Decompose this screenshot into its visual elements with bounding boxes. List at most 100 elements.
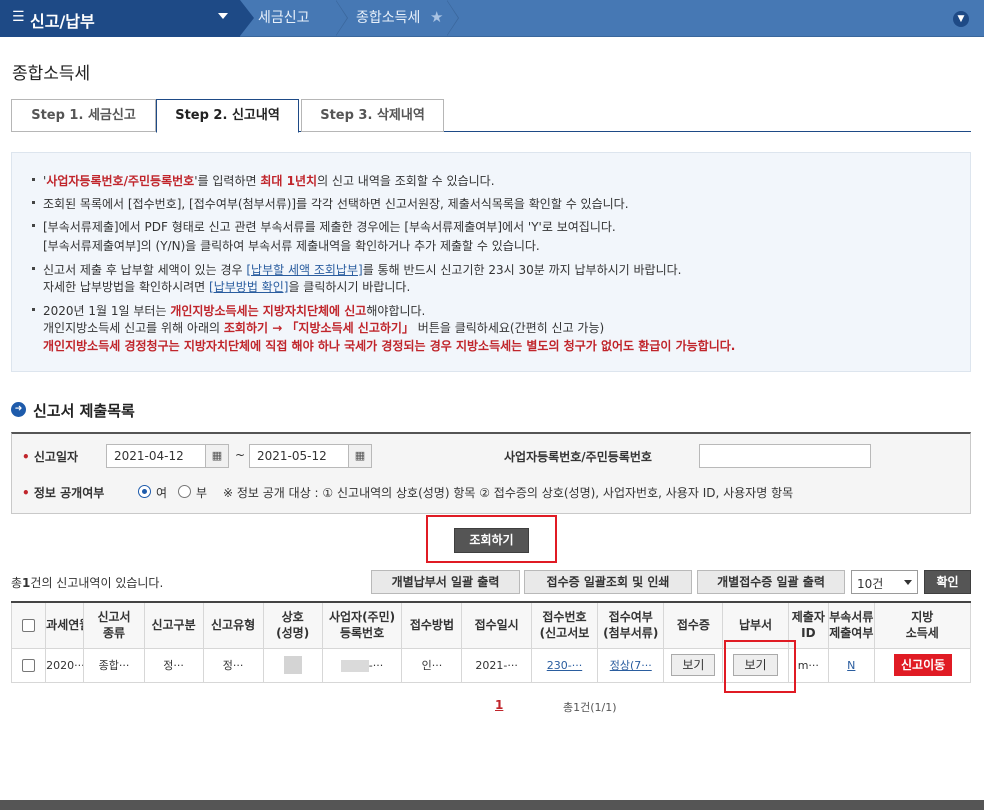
cell-attach: N bbox=[828, 647, 875, 683]
select-all-header bbox=[10, 601, 47, 649]
notice-text: [부속서류제출]에서 PDF 형태로 신고 관련 부속서류를 제출한 경우에는 … bbox=[43, 220, 616, 234]
select-all-checkbox[interactable] bbox=[22, 619, 36, 633]
col-header-text: 납부서 bbox=[738, 618, 773, 633]
section-title-text: 신고서 제출목록 bbox=[33, 402, 135, 420]
cell-form: 정··· bbox=[202, 647, 264, 683]
col-header-text: 종류 bbox=[102, 626, 126, 641]
col-header-text: 신고서 bbox=[97, 610, 131, 625]
registration-number-input[interactable] bbox=[699, 444, 871, 468]
print-individual-receipts-button[interactable]: 개별접수증 일괄 출력 bbox=[697, 570, 845, 594]
notice-text: '를 입력하면 bbox=[194, 174, 261, 188]
col-header: 부속서류 제출여부 bbox=[828, 601, 875, 649]
date-from-input[interactable]: 2021-04-12 bbox=[106, 444, 206, 468]
main-menu-button[interactable]: ☰ 신고/납부 bbox=[0, 0, 254, 37]
notice-text: 자세한 납부방법을 확인하시려면 bbox=[43, 280, 210, 294]
cell-name bbox=[262, 647, 323, 683]
masked-name bbox=[283, 656, 302, 674]
notice-text: [부속서류제출여부]의 (Y/N)을 클릭하여 부속서류 제출내역을 확인하거나… bbox=[43, 239, 540, 253]
notice-text: 의 신고 내역을 조회할 수 있습니다. bbox=[317, 174, 495, 188]
tab-step2[interactable]: Step 2. 신고내역 bbox=[156, 99, 299, 133]
tab-step1[interactable]: Step 1. 세금신고 bbox=[11, 99, 156, 132]
arrow-circle-icon: ➜ bbox=[11, 402, 26, 417]
cell-category: 정··· bbox=[143, 647, 204, 683]
notice-text: 개인지방소득세 신고를 위해 아래의 bbox=[43, 321, 224, 335]
favorite-star-icon[interactable]: ★ bbox=[430, 8, 443, 26]
regno-suffix: -··· bbox=[368, 658, 384, 672]
step-tabs: Step 1. 세금신고 Step 2. 신고내역 Step 3. 삭제내역 bbox=[11, 99, 971, 133]
view-receipt-button[interactable]: 보기 bbox=[671, 654, 716, 676]
col-header: 과세연월 bbox=[45, 601, 85, 649]
highlight-box bbox=[724, 640, 796, 693]
col-header-text: 지방 bbox=[911, 610, 934, 625]
table-header-row: 과세연월 신고서종류 신고구분 신고유형 상호(성명) 사업자(주민)등록번호 … bbox=[10, 601, 972, 649]
table-row: 2020··· 종합··· 정··· 정··· -··· 인··· 2021-·… bbox=[10, 647, 972, 683]
row-checkbox[interactable] bbox=[22, 658, 36, 672]
col-header-text: 제출여부 bbox=[829, 626, 874, 641]
public-label: • 정보 공개여부 bbox=[22, 486, 105, 500]
notice-text: 해야합니다. bbox=[366, 304, 426, 318]
count-prefix: 총 bbox=[11, 576, 23, 590]
confirm-button[interactable]: 확인 bbox=[924, 570, 971, 594]
breadcrumb-separator-inner bbox=[447, 1, 458, 35]
col-header-text: (신고서보 bbox=[539, 626, 590, 641]
cell-regno: -··· bbox=[321, 647, 403, 683]
col-header-text: 소득세 bbox=[905, 626, 939, 641]
main-menu-label: 신고/납부 bbox=[30, 12, 95, 31]
col-header: 접수번호 (신고서보 bbox=[530, 601, 599, 649]
col-header: 접수방법 bbox=[401, 601, 463, 649]
local-tax-filing-button[interactable]: 신고이동 bbox=[894, 654, 953, 676]
tax-payment-link[interactable]: [납부할 세액 조회납부] bbox=[246, 263, 362, 277]
col-header-text: 제출자 bbox=[791, 610, 825, 625]
result-count: 총1건의 신고내역이 있습니다. bbox=[11, 574, 163, 591]
cell-receipt: 보기 bbox=[663, 647, 724, 683]
cell-type: 종합··· bbox=[83, 647, 145, 683]
attachment-link[interactable]: N bbox=[847, 659, 855, 672]
col-header-text: 접수번호 bbox=[542, 610, 587, 625]
payment-method-link[interactable]: [납부방법 확인] bbox=[209, 280, 288, 294]
calendar-icon[interactable]: ▦ bbox=[205, 444, 229, 468]
cell-date: 2021-··· bbox=[461, 647, 532, 683]
col-header-text: 상호 bbox=[281, 610, 304, 625]
notice-text: 조회된 목록에서 [접수번호], [접수여부(첨부서류)]를 각각 선택하면 신… bbox=[43, 197, 629, 211]
col-header-text: 과세연월 bbox=[46, 618, 83, 633]
footer-bar bbox=[0, 800, 984, 810]
col-header-text: 신고유형 bbox=[211, 618, 256, 633]
page-link-1[interactable]: 1 bbox=[495, 698, 503, 712]
col-header-text: 사업자(주민) bbox=[328, 610, 396, 625]
cell-method: 인··· bbox=[401, 647, 463, 683]
notice-text: 버튼을 클릭하세요(간편히 신고 가능) bbox=[413, 321, 605, 335]
col-header: 신고구분 bbox=[143, 601, 204, 649]
public-yes-radio[interactable] bbox=[138, 485, 151, 498]
breadcrumb-tax-filing[interactable]: 세금신고 bbox=[258, 0, 310, 37]
page-size-select[interactable]: 10건 bbox=[851, 570, 918, 594]
search-panel: • 신고일자 2021-04-12 ▦ ~ 2021-05-12 ▦ 사업자등록… bbox=[11, 432, 971, 514]
col-header-text: 부속서류 bbox=[829, 610, 874, 625]
print-payment-slips-button[interactable]: 개별납부서 일괄 출력 bbox=[371, 570, 520, 594]
menu-arrow-shape bbox=[240, 0, 254, 36]
status-link[interactable]: 정상(7··· bbox=[610, 659, 652, 672]
search-button[interactable]: 조회하기 bbox=[454, 528, 529, 553]
notice-text: 2020년 1월 1일 부터는 bbox=[43, 304, 171, 318]
print-receipts-button[interactable]: 접수증 일괄조회 및 인쇄 bbox=[524, 570, 692, 594]
notice-text: 를 통해 반드시 신고기한 23시 30분 까지 납부하시기 바랍니다. bbox=[362, 263, 682, 277]
col-header: 접수증 bbox=[663, 601, 724, 649]
col-header-text: (첨부서류) bbox=[603, 626, 659, 641]
public-no-label: 부 bbox=[196, 486, 208, 500]
tilde: ~ bbox=[235, 448, 246, 462]
receipt-number-link[interactable]: 230-··· bbox=[547, 659, 582, 672]
calendar-icon[interactable]: ▦ bbox=[348, 444, 372, 468]
notice-highlight: 개인지방소득세는 지방자치단체에 신고 bbox=[170, 304, 367, 318]
col-header: 접수여부 (첨부서류) bbox=[597, 601, 665, 649]
chevron-down-icon[interactable]: ▼ bbox=[953, 11, 969, 27]
page-size-value: 10건 bbox=[857, 577, 884, 591]
breadcrumb-income-tax[interactable]: 종합소득세 bbox=[356, 0, 420, 37]
date-to-input[interactable]: 2021-05-12 bbox=[249, 444, 349, 468]
col-header-text: 접수증 bbox=[676, 618, 710, 633]
tab-step3[interactable]: Step 3. 삭제내역 bbox=[301, 99, 444, 132]
public-no-radio[interactable] bbox=[178, 485, 191, 498]
col-header-text: 접수여부 bbox=[608, 610, 653, 625]
col-header-text: 접수일시 bbox=[474, 618, 519, 633]
pagination-info: 총1건(1/1) bbox=[563, 701, 617, 714]
col-header: 지방 소득세 bbox=[873, 601, 972, 649]
date-label: • 신고일자 bbox=[22, 450, 79, 464]
